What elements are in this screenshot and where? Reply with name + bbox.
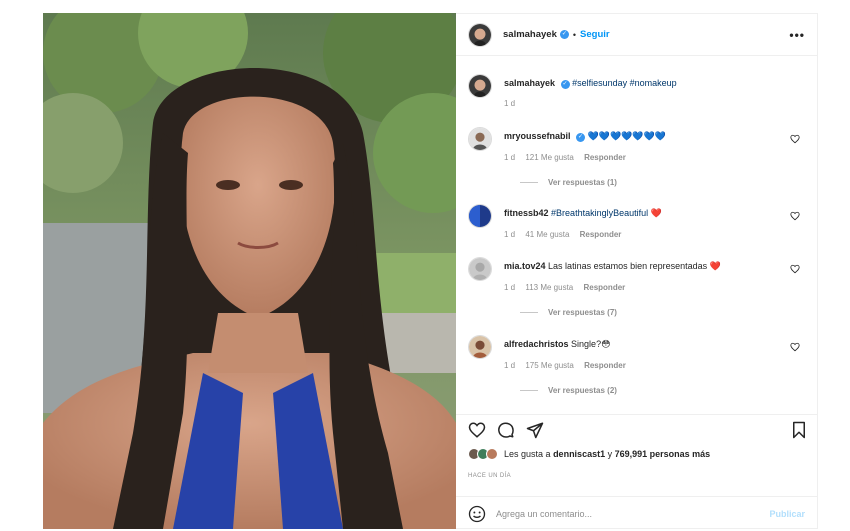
- liker-avatars: [468, 448, 498, 460]
- separator-dot: •: [572, 29, 577, 40]
- likes-prefix: Les gusta a: [504, 449, 551, 459]
- comment-meta: 1 d 113 Me gusta Responder: [504, 283, 633, 292]
- divider-line: [520, 182, 538, 183]
- comment-username[interactable]: alfredachristos: [504, 339, 569, 349]
- comment-body: fitnessb42 #BreathtakinglyBeautiful ❤️: [504, 207, 784, 219]
- action-bar: [456, 414, 817, 444]
- heart-icon[interactable]: [790, 342, 800, 352]
- post-photo[interactable]: [43, 13, 456, 529]
- post-sidebar: salmahayek ✓ • Seguir ••• salmahayek ✓ #…: [456, 13, 818, 529]
- more-icon[interactable]: •••: [789, 28, 805, 42]
- avatar: [486, 448, 498, 460]
- emoji-icon[interactable]: [468, 505, 486, 523]
- divider-line: [520, 312, 538, 313]
- view-replies-label: Ver respuestas (1): [548, 178, 617, 187]
- verified-icon: ✓: [576, 133, 586, 142]
- caption-age[interactable]: 1 d: [504, 99, 515, 108]
- view-replies-button[interactable]: Ver respuestas (1): [520, 178, 617, 187]
- comment-meta: 1 d 175 Me gusta Responder: [504, 361, 634, 370]
- post-image: [43, 13, 456, 529]
- verified-icon: ✓: [560, 80, 570, 89]
- post-author-username[interactable]: salmahayek: [503, 29, 557, 40]
- comment-text: #BreathtakinglyBeautiful ❤️: [551, 208, 662, 218]
- comment-text: Las latinas estamos bien representadas ❤…: [548, 261, 721, 271]
- comment-username[interactable]: mia.tov24: [504, 261, 546, 271]
- comment-likes[interactable]: 121 Me gusta: [525, 153, 573, 162]
- reply-button[interactable]: Responder: [583, 283, 625, 292]
- publish-button[interactable]: Publicar: [769, 509, 805, 519]
- reply-button[interactable]: Responder: [584, 153, 626, 162]
- divider-line: [520, 390, 538, 391]
- likes-middle: y: [607, 449, 613, 459]
- comment-likes[interactable]: 113 Me gusta: [525, 283, 573, 292]
- comment-username[interactable]: mryoussefnabil: [504, 131, 571, 141]
- verified-icon: ✓: [559, 30, 569, 39]
- avatar[interactable]: [468, 127, 492, 151]
- caption-meta: 1 d: [504, 99, 523, 108]
- comment-body: mryoussefnabil ✓ 💙💙💙💙💙💙💙: [504, 130, 784, 142]
- heart-icon[interactable]: [468, 421, 486, 439]
- comment-likes[interactable]: 175 Me gusta: [525, 361, 573, 370]
- comment-text: Single?😳: [571, 339, 611, 349]
- caption-text[interactable]: #selfiesunday #nomakeup: [572, 78, 677, 88]
- reply-button[interactable]: Responder: [580, 230, 622, 239]
- liker-username[interactable]: denniscast1: [553, 449, 605, 459]
- comment-composer: Publicar: [456, 496, 817, 530]
- comment-body: mia.tov24 Las latinas estamos bien repre…: [504, 260, 784, 272]
- heart-icon[interactable]: [790, 211, 800, 221]
- caption-body: salmahayek ✓ #selfiesunday #nomakeup: [504, 77, 784, 89]
- avatar[interactable]: [468, 22, 492, 47]
- post-header: salmahayek ✓ • Seguir •••: [456, 14, 817, 56]
- likes-summary: Les gusta a denniscast1 y 769,991 person…: [468, 448, 710, 460]
- comment-input[interactable]: [496, 508, 770, 519]
- bookmark-icon[interactable]: [790, 421, 808, 439]
- avatar[interactable]: [468, 74, 492, 98]
- avatar[interactable]: [468, 335, 492, 359]
- view-replies-label: Ver respuestas (2): [548, 386, 617, 395]
- comment-age[interactable]: 1 d: [504, 230, 515, 239]
- heart-icon[interactable]: [790, 264, 800, 274]
- comment-text: 💙💙💙💙💙💙💙: [587, 131, 667, 141]
- heart-icon[interactable]: [790, 134, 800, 144]
- comment-age[interactable]: 1 d: [504, 153, 515, 162]
- share-icon[interactable]: [526, 421, 544, 439]
- comments-list[interactable]: salmahayek ✓ #selfiesunday #nomakeup 1 d…: [456, 57, 817, 409]
- view-replies-label: Ver respuestas (7): [548, 308, 617, 317]
- avatar[interactable]: [468, 257, 492, 281]
- comment-likes[interactable]: 41 Me gusta: [525, 230, 569, 239]
- likes-count[interactable]: 769,991 personas más: [615, 449, 711, 459]
- reply-button[interactable]: Responder: [584, 361, 626, 370]
- post-time-ago[interactable]: HACE UN DÍA: [468, 473, 511, 479]
- comment-icon[interactable]: [497, 421, 515, 439]
- comment-username[interactable]: fitnessb42: [504, 208, 549, 218]
- follow-button[interactable]: Seguir: [580, 29, 610, 40]
- view-replies-button[interactable]: Ver respuestas (2): [520, 386, 617, 395]
- comment-meta: 1 d 121 Me gusta Responder: [504, 153, 634, 162]
- comment-meta: 1 d 41 Me gusta Responder: [504, 230, 629, 239]
- comment-age[interactable]: 1 d: [504, 283, 515, 292]
- comment-body: alfredachristos Single?😳: [504, 338, 784, 350]
- avatar[interactable]: [468, 204, 492, 228]
- view-replies-button[interactable]: Ver respuestas (7): [520, 308, 617, 317]
- caption-username[interactable]: salmahayek: [504, 78, 555, 88]
- comment-age[interactable]: 1 d: [504, 361, 515, 370]
